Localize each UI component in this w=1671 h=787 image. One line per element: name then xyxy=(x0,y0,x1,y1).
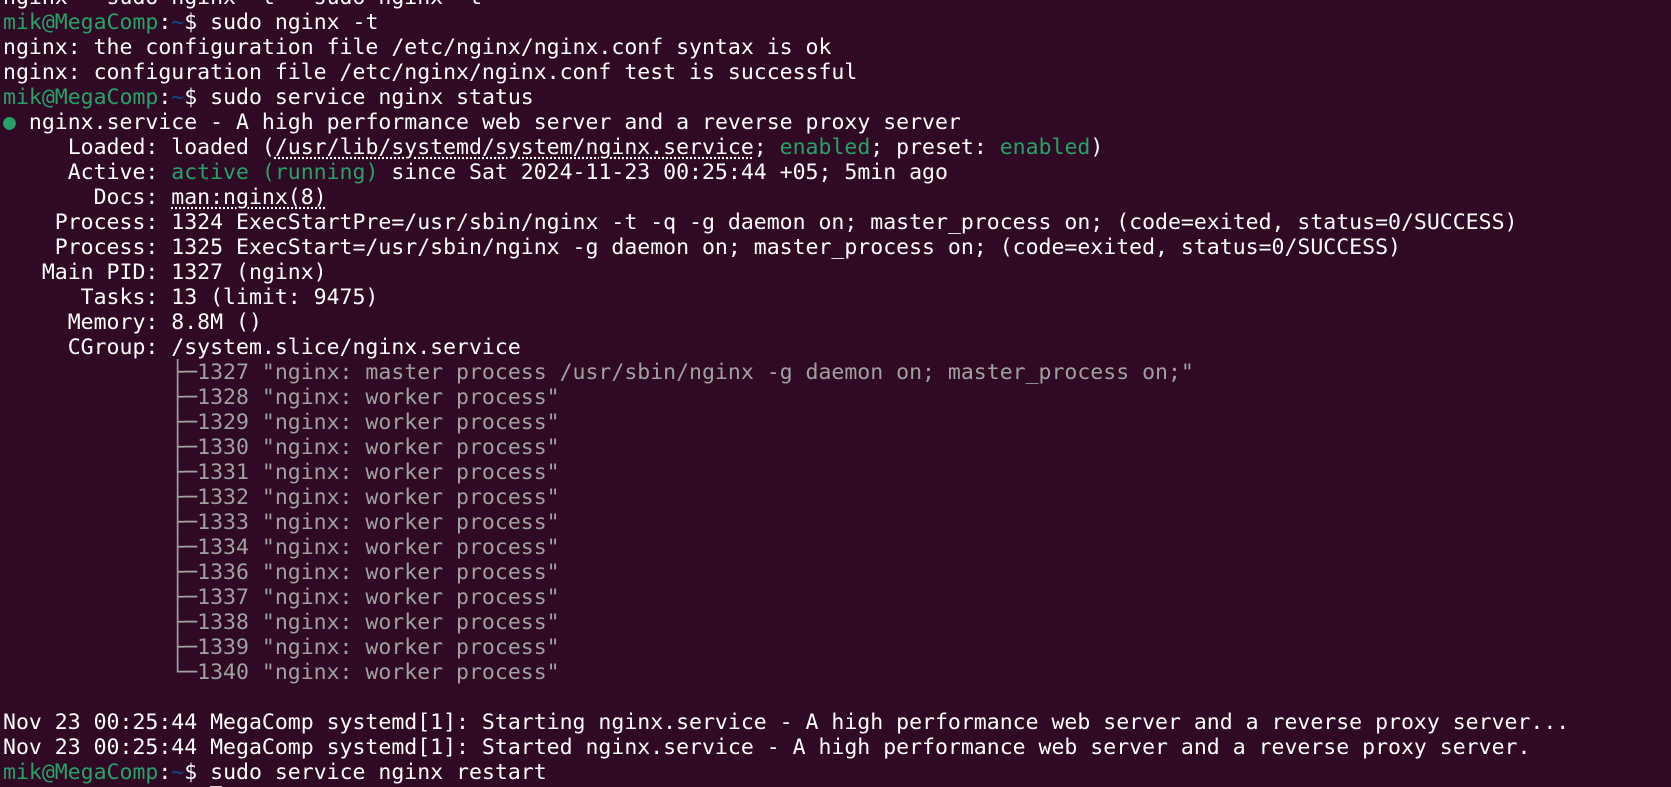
prompt-separator: : xyxy=(158,85,172,110)
output-line: nginx: the configuration file /etc/nginx… xyxy=(3,35,832,60)
prompt-path: ~ xyxy=(171,85,185,110)
terminal-window[interactable]: nginx sudo nginx -t sudo nginx -t mik@Me… xyxy=(0,0,1671,787)
command-text: sudo service nginx status xyxy=(210,85,534,110)
terminal-output: nginx sudo nginx -t sudo nginx -t mik@Me… xyxy=(3,0,1569,787)
prompt-symbol: $ xyxy=(184,85,211,110)
cgroup-tree-line: ├─1331 "nginx: worker process" xyxy=(3,460,560,485)
status-docs-line: Docs: man:nginx(8) xyxy=(3,185,1569,210)
status-main-pid-line: Main PID: 1327 (nginx) xyxy=(3,260,327,285)
docs-link[interactable]: man:nginx(8) xyxy=(171,185,326,210)
cgroup-tree-line: ├─1336 "nginx: worker process" xyxy=(3,560,560,585)
cgroup-tree-line: ├─1332 "nginx: worker process" xyxy=(3,485,560,510)
cgroup-tree-line: ├─1338 "nginx: worker process" xyxy=(3,610,560,635)
cgroup-tree-line: ├─1329 "nginx: worker process" xyxy=(3,410,560,435)
command-text: sudo service nginx restart xyxy=(210,760,547,785)
prompt-user-host: mik@MegaComp xyxy=(3,85,159,110)
unit-description: nginx.service - A high performance web s… xyxy=(28,110,961,135)
terminal-line-partial: nginx sudo nginx -t sudo nginx -t xyxy=(3,0,1569,10)
journal-line: Nov 23 00:25:44 MegaComp systemd[1]: Sta… xyxy=(3,710,1570,735)
status-dot-icon: ● xyxy=(3,110,16,135)
status-unit-line: ● nginx.service - A high performance web… xyxy=(3,110,1569,135)
cgroup-tree-line: ├─1339 "nginx: worker process" xyxy=(3,635,560,660)
output-line: nginx: configuration file /etc/nginx/ngi… xyxy=(3,60,858,85)
docs-label: Docs: xyxy=(3,185,172,210)
cgroup-tree-line: ├─1334 "nginx: worker process" xyxy=(3,535,560,560)
loaded-suffix: ) xyxy=(1090,135,1104,160)
active-label: Active: xyxy=(3,160,172,185)
cgroup-tree-line: ├─1333 "nginx: worker process" xyxy=(3,510,560,535)
command-text: sudo nginx -t xyxy=(210,10,379,35)
preset-state: enabled xyxy=(999,135,1091,160)
active-state: active (running) xyxy=(171,160,379,185)
loaded-label: Loaded: xyxy=(3,135,172,160)
prompt-separator: : xyxy=(158,760,172,785)
preset-label: ; preset: xyxy=(870,135,1000,160)
prompt-user-host: mik@MegaComp xyxy=(3,10,159,35)
cgroup-tree-line: ├─1327 "nginx: master process /usr/sbin/… xyxy=(3,360,1194,385)
status-memory-line: Memory: 8.8M () xyxy=(3,310,262,335)
prompt-path: ~ xyxy=(171,10,185,35)
partial-line-text: nginx sudo nginx -t sudo nginx -t xyxy=(3,0,482,10)
prompt-symbol: $ xyxy=(184,760,211,785)
cgroup-tree-line: ├─1330 "nginx: worker process" xyxy=(3,435,560,460)
prompt-symbol: $ xyxy=(184,10,211,35)
status-loaded-line: Loaded: loaded (/usr/lib/systemd/system/… xyxy=(3,135,1569,160)
loaded-sep: ; xyxy=(753,135,780,160)
prompt-line-status: mik@MegaComp:~$ sudo service nginx statu… xyxy=(3,85,1569,110)
cgroup-tree-line: └─1340 "nginx: worker process" xyxy=(3,660,560,685)
prompt-path: ~ xyxy=(171,760,185,785)
prompt-line-test: mik@MegaComp:~$ sudo nginx -t xyxy=(3,10,1569,35)
prompt-separator: : xyxy=(158,10,172,35)
cgroup-tree-line: ├─1337 "nginx: worker process" xyxy=(3,585,560,610)
status-process-line: Process: 1324 ExecStartPre=/usr/sbin/ngi… xyxy=(3,210,1518,235)
status-tasks-line: Tasks: 13 (limit: 9475) xyxy=(3,285,379,310)
status-cgroup-line: CGroup: /system.slice/nginx.service xyxy=(3,335,521,360)
unit-file-path-link[interactable]: /usr/lib/systemd/system/nginx.service xyxy=(275,135,754,160)
status-process-line: Process: 1325 ExecStart=/usr/sbin/nginx … xyxy=(3,235,1401,260)
journal-line: Nov 23 00:25:44 MegaComp systemd[1]: Sta… xyxy=(3,735,1531,760)
prompt-user-host: mik@MegaComp xyxy=(3,760,159,785)
prompt-line-restart: mik@MegaComp:~$ sudo service nginx resta… xyxy=(3,760,1569,785)
loaded-prefix: loaded ( xyxy=(171,135,275,160)
status-active-line: Active: active (running) since Sat 2024-… xyxy=(3,160,1569,185)
enabled-state: enabled xyxy=(779,135,871,160)
active-since: since Sat 2024-11-23 00:25:44 +05; 5min … xyxy=(378,160,948,185)
cgroup-tree-line: ├─1328 "nginx: worker process" xyxy=(3,385,560,410)
